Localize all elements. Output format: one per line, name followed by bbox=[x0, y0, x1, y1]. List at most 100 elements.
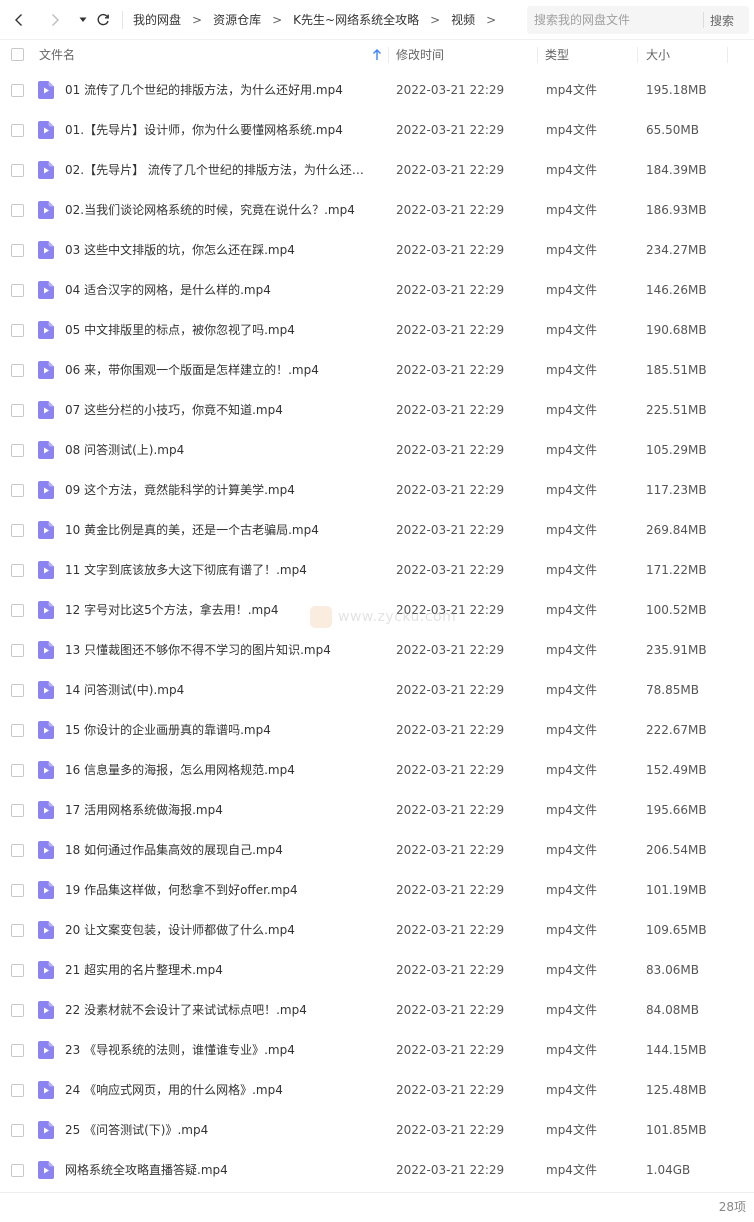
file-name[interactable]: 11 文字到底该放多大这下彻底有谱了！.mp4 bbox=[65, 550, 307, 590]
file-row[interactable]: 02.当我们谈论网格系统的时候，究竟在说什么？.mp4 2022-03-21 22… bbox=[0, 190, 754, 230]
file-row[interactable]: 09 这个方法，竟然能科学的计算美学.mp4 2022-03-21 22:29 mp… bbox=[0, 470, 754, 510]
file-name[interactable]: 07 这些分栏的小技巧，你竟不知道.mp4 bbox=[65, 390, 283, 430]
row-checkbox[interactable] bbox=[11, 404, 24, 417]
file-row[interactable]: 25 《问答测试(下)》.mp4 2022-03-21 22:29 mp4文件 101… bbox=[0, 1110, 754, 1150]
file-name[interactable]: 13 只懂裁图还不够你不得不学习的图片知识.mp4 bbox=[65, 630, 331, 670]
file-row[interactable]: 23 《导视系统的法则，谁懂谁专业》.mp4 2022-03-21 22:29 mp… bbox=[0, 1030, 754, 1070]
file-name[interactable]: 02.【先导片】 流传了几个世纪的排版方法，为什么还好... bbox=[65, 150, 375, 190]
row-checkbox[interactable] bbox=[11, 1124, 24, 1137]
row-checkbox[interactable] bbox=[11, 684, 24, 697]
row-checkbox[interactable] bbox=[11, 484, 24, 497]
file-row[interactable]: 11 文字到底该放多大这下彻底有谱了！.mp4 2022-03-21 22:29 m… bbox=[0, 550, 754, 590]
search-button[interactable]: 搜索 bbox=[704, 12, 734, 29]
column-header-name[interactable]: 文件名 bbox=[39, 40, 75, 70]
row-checkbox[interactable] bbox=[11, 204, 24, 217]
file-name[interactable]: 15 你设计的企业画册真的靠谱吗.mp4 bbox=[65, 710, 271, 750]
row-checkbox[interactable] bbox=[11, 364, 24, 377]
row-checkbox[interactable] bbox=[11, 924, 24, 937]
file-row[interactable]: 04 适合汉字的网格，是什么样的.mp4 2022-03-21 22:29 mp4文… bbox=[0, 270, 754, 310]
search-input[interactable] bbox=[527, 13, 703, 27]
file-row[interactable]: 17 活用网格系统做海报.mp4 2022-03-21 22:29 mp4文件 195… bbox=[0, 790, 754, 830]
refresh-button[interactable] bbox=[92, 8, 114, 32]
file-name[interactable]: 01.【先导片】设计师，你为什么要懂网格系统.mp4 bbox=[65, 110, 343, 150]
file-name[interactable]: 20 让文案变包装，设计师都做了什么.mp4 bbox=[65, 910, 295, 950]
row-checkbox[interactable] bbox=[11, 964, 24, 977]
file-row[interactable]: 02.【先导片】 流传了几个世纪的排版方法，为什么还好... 2022-03-21… bbox=[0, 150, 754, 190]
breadcrumb-item-video[interactable]: 视频 bbox=[451, 11, 475, 28]
file-name[interactable]: 14 问答测试(中).mp4 bbox=[65, 670, 184, 710]
row-checkbox[interactable] bbox=[11, 764, 24, 777]
file-name[interactable]: 24 《响应式网页，用的什么网格》.mp4 bbox=[65, 1070, 283, 1110]
file-name[interactable]: 25 《问答测试(下)》.mp4 bbox=[65, 1110, 208, 1150]
file-name[interactable]: 12 字号对比这5个方法，拿去用！.mp4 bbox=[65, 590, 278, 630]
row-checkbox[interactable] bbox=[11, 724, 24, 737]
back-button[interactable] bbox=[8, 8, 30, 32]
file-row[interactable]: 18 如何通过作品集高效的展现自己.mp4 2022-03-21 22:29 mp4… bbox=[0, 830, 754, 870]
file-row[interactable]: 24 《响应式网页，用的什么网格》.mp4 2022-03-21 22:29 mp4… bbox=[0, 1070, 754, 1110]
file-name[interactable]: 网格系统全攻略直播答疑.mp4 bbox=[65, 1150, 228, 1190]
row-checkbox[interactable] bbox=[11, 444, 24, 457]
file-name[interactable]: 16 信息量多的海报，怎么用网格规范.mp4 bbox=[65, 750, 295, 790]
column-divider[interactable] bbox=[727, 47, 728, 63]
row-checkbox[interactable] bbox=[11, 1044, 24, 1057]
file-row[interactable]: 10 黄金比例是真的美，还是一个古老骗局.mp4 2022-03-21 22:29… bbox=[0, 510, 754, 550]
file-name[interactable]: 04 适合汉字的网格，是什么样的.mp4 bbox=[65, 270, 271, 310]
row-checkbox[interactable] bbox=[11, 884, 24, 897]
file-row[interactable]: 05 中文排版里的标点，被你忽视了吗.mp4 2022-03-21 22:29 mp… bbox=[0, 310, 754, 350]
row-checkbox[interactable] bbox=[11, 1164, 24, 1177]
file-name[interactable]: 10 黄金比例是真的美，还是一个古老骗局.mp4 bbox=[65, 510, 319, 550]
file-row[interactable]: 01.【先导片】设计师，你为什么要懂网格系统.mp4 2022-03-21 22:… bbox=[0, 110, 754, 150]
breadcrumb-item-repo[interactable]: 资源仓库 bbox=[213, 11, 261, 28]
file-row[interactable]: 网格系统全攻略直播答疑.mp4 2022-03-21 22:29 mp4文件 1.04… bbox=[0, 1150, 754, 1190]
file-name[interactable]: 23 《导视系统的法则，谁懂谁专业》.mp4 bbox=[65, 1030, 295, 1070]
row-checkbox[interactable] bbox=[11, 1004, 24, 1017]
file-name[interactable]: 22 没素材就不会设计了来试试标点吧！.mp4 bbox=[65, 990, 307, 1030]
row-checkbox[interactable] bbox=[11, 644, 24, 657]
history-dropdown-button[interactable] bbox=[76, 8, 90, 32]
file-row[interactable]: 06 来，带你围观一个版面是怎样建立的！.mp4 2022-03-21 22:29… bbox=[0, 350, 754, 390]
file-row[interactable]: 12 字号对比这5个方法，拿去用！.mp4 2022-03-21 22:29 mp4… bbox=[0, 590, 754, 630]
file-row[interactable]: 14 问答测试(中).mp4 2022-03-21 22:29 mp4文件 78.85… bbox=[0, 670, 754, 710]
row-checkbox[interactable] bbox=[11, 604, 24, 617]
row-checkbox[interactable] bbox=[11, 564, 24, 577]
file-row[interactable]: 13 只懂裁图还不够你不得不学习的图片知识.mp4 2022-03-21 22:2… bbox=[0, 630, 754, 670]
row-checkbox[interactable] bbox=[11, 524, 24, 537]
forward-button[interactable] bbox=[44, 8, 66, 32]
breadcrumb-item-course[interactable]: K先生~网络系统全攻略 bbox=[293, 11, 419, 28]
file-name[interactable]: 09 这个方法，竟然能科学的计算美学.mp4 bbox=[65, 470, 295, 510]
column-divider[interactable] bbox=[537, 47, 538, 63]
column-header-size[interactable]: 大小 bbox=[646, 40, 670, 70]
file-name[interactable]: 08 问答测试(上).mp4 bbox=[65, 430, 184, 470]
breadcrumb-separator[interactable]: > bbox=[486, 13, 496, 27]
select-all-checkbox[interactable] bbox=[11, 48, 24, 61]
row-checkbox[interactable] bbox=[11, 124, 24, 137]
file-row[interactable]: 07 这些分栏的小技巧，你竟不知道.mp4 2022-03-21 22:29 mp4… bbox=[0, 390, 754, 430]
row-checkbox[interactable] bbox=[11, 244, 24, 257]
sort-ascending-icon[interactable] bbox=[372, 49, 382, 61]
row-checkbox[interactable] bbox=[11, 804, 24, 817]
row-checkbox[interactable] bbox=[11, 844, 24, 857]
row-checkbox[interactable] bbox=[11, 84, 24, 97]
file-name[interactable]: 21 超实用的名片整理术.mp4 bbox=[65, 950, 223, 990]
file-name[interactable]: 18 如何通过作品集高效的展现自己.mp4 bbox=[65, 830, 283, 870]
file-name[interactable]: 17 活用网格系统做海报.mp4 bbox=[65, 790, 223, 830]
file-row[interactable]: 03 这些中文排版的坑，你怎么还在踩.mp4 2022-03-21 22:29 mp… bbox=[0, 230, 754, 270]
column-divider[interactable] bbox=[637, 47, 638, 63]
breadcrumb-item-root[interactable]: 我的网盘 bbox=[133, 11, 181, 28]
file-name[interactable]: 05 中文排版里的标点，被你忽视了吗.mp4 bbox=[65, 310, 295, 350]
file-row[interactable]: 19 作品集这样做，何愁拿不到好offer.mp4 2022-03-21 22:2… bbox=[0, 870, 754, 910]
file-row[interactable]: 21 超实用的名片整理术.mp4 2022-03-21 22:29 mp4文件 83.… bbox=[0, 950, 754, 990]
file-name[interactable]: 19 作品集这样做，何愁拿不到好offer.mp4 bbox=[65, 870, 298, 910]
row-checkbox[interactable] bbox=[11, 324, 24, 337]
file-row[interactable]: 22 没素材就不会设计了来试试标点吧！.mp4 2022-03-21 22:29 m… bbox=[0, 990, 754, 1030]
file-row[interactable]: 01 流传了几个世纪的排版方法，为什么还好用.mp4 2022-03-21 22:… bbox=[0, 70, 754, 110]
row-checkbox[interactable] bbox=[11, 1084, 24, 1097]
column-header-time[interactable]: 修改时间 bbox=[396, 40, 444, 70]
file-name[interactable]: 02.当我们谈论网格系统的时候，究竟在说什么？.mp4 bbox=[65, 190, 355, 230]
file-row[interactable]: 16 信息量多的海报，怎么用网格规范.mp4 2022-03-21 22:29 mp… bbox=[0, 750, 754, 790]
file-row[interactable]: 15 你设计的企业画册真的靠谱吗.mp4 2022-03-21 22:29 mp4文… bbox=[0, 710, 754, 750]
row-checkbox[interactable] bbox=[11, 164, 24, 177]
file-name[interactable]: 01 流传了几个世纪的排版方法，为什么还好用.mp4 bbox=[65, 70, 343, 110]
row-checkbox[interactable] bbox=[11, 284, 24, 297]
column-divider[interactable] bbox=[388, 47, 389, 63]
